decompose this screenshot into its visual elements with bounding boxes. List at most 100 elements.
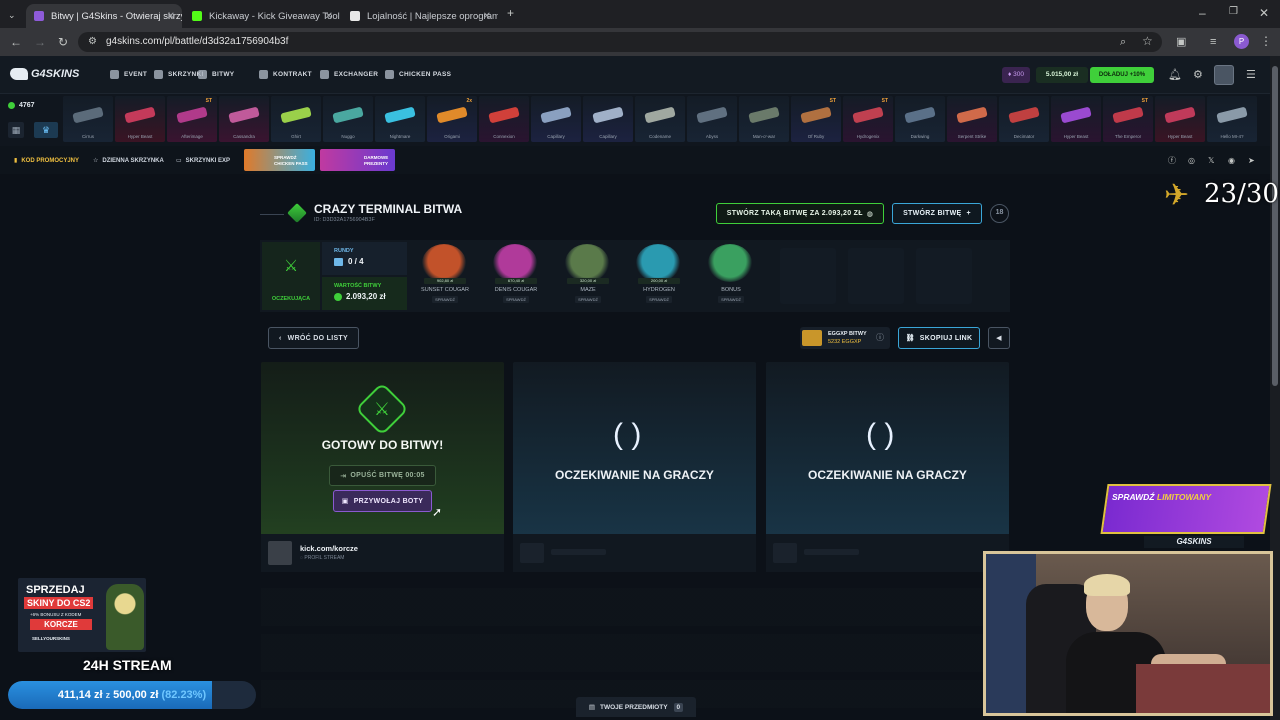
drop-skin-card[interactable]: Capillary <box>583 96 633 142</box>
drop-skin-card[interactable]: The Emperor ST <box>1103 96 1153 142</box>
info-icon[interactable]: ⓘ <box>876 332 884 343</box>
reload-icon[interactable]: ↻ <box>58 36 68 48</box>
drop-skin-card[interactable]: Nuggo <box>323 96 373 142</box>
minimize-icon[interactable]: – <box>1199 7 1206 19</box>
discord-icon[interactable]: ◉ <box>1228 155 1235 167</box>
battle-case[interactable]: 200,00 zł HYDROGEN SPRAWDŹ <box>628 242 690 306</box>
drop-skin-card[interactable]: Afterimage ST <box>167 96 217 142</box>
points-badge[interactable]: ♦ 300 <box>1002 67 1030 83</box>
empty-player-footer <box>766 534 1009 572</box>
nav-exchanger[interactable]: EXCHANGER <box>320 70 378 79</box>
browser-tab[interactable]: Lojalność | Najlepsze oprogram ✕ <box>342 4 498 28</box>
drop-skin-card[interactable]: Origami 2x <box>427 96 477 142</box>
weapon-image <box>176 106 208 124</box>
hamburger-menu-icon[interactable]: ☰ <box>1246 69 1256 81</box>
skin-badge: 2x <box>466 98 472 104</box>
browser-menu-icon[interactable]: ⋮ <box>1260 35 1272 47</box>
facebook-icon[interactable]: ⓕ <box>1168 155 1176 167</box>
bookmark-star-icon[interactable]: ☆ <box>1142 35 1153 47</box>
scrollbar-thumb[interactable] <box>1272 66 1278 386</box>
back-icon[interactable]: ← <box>10 36 22 48</box>
drop-skin-card[interactable]: Of Ruby ST <box>791 96 841 142</box>
tab-search-icon[interactable]: ⌄ <box>8 9 16 21</box>
notifications-bell-icon[interactable]: 🔔︎ <box>1168 69 1182 81</box>
progress-pct: (82.23%) <box>161 689 207 701</box>
crown-filter-icon[interactable]: ♛ <box>34 122 58 138</box>
maximize-icon[interactable]: ❐ <box>1229 6 1238 18</box>
skin-name: Connexion <box>493 134 515 139</box>
x-twitter-icon[interactable]: 𝕏 <box>1208 155 1214 167</box>
tab-close-icon[interactable]: ✕ <box>167 11 175 22</box>
drop-skin-card[interactable]: Nightmare <box>375 96 425 142</box>
nav-event[interactable]: EVENT <box>110 70 147 79</box>
battle-case[interactable]: BONUS SPRAWDŹ <box>700 242 762 306</box>
user-avatar[interactable] <box>1214 65 1234 85</box>
create-same-battle-button[interactable]: STWÓRZ TAKĄ BITWĘ ZA 2.093,20 ZŁ ◍ <box>716 203 884 224</box>
daily-case-link[interactable]: ☆ DZIENNA SKRZYNKA <box>93 157 164 165</box>
check-case-button[interactable]: SPRAWDŹ <box>432 296 458 303</box>
drop-skin-card[interactable]: Abyss <box>687 96 737 142</box>
drop-skin-card[interactable]: Hydrogenix ST <box>843 96 893 142</box>
check-case-button[interactable]: SPRAWDŹ <box>646 296 672 303</box>
drop-skin-card[interactable]: Cirrus <box>63 96 113 142</box>
drop-skin-card[interactable]: Hyper Beast <box>1155 96 1205 142</box>
browser-tab[interactable]: Bitwy | G4Skins - Otwieraj skrzy ✕ <box>26 4 182 28</box>
media-icon[interactable]: ≡ <box>1210 36 1216 48</box>
drop-skin-card[interactable]: Darkwing <box>895 96 945 142</box>
battle-case[interactable]: 320,00 zł MAZE SPRAWDŹ <box>557 242 619 306</box>
tab-close-icon[interactable]: ✕ <box>483 11 491 22</box>
drop-skin-card[interactable]: Cassandra <box>219 96 269 142</box>
call-bots-button[interactable]: ▣ PRZYWOŁAJ BOTY <box>333 490 432 512</box>
battle-case[interactable]: 670,40 zł DENIS COUGAR SPRAWDŹ <box>485 242 547 306</box>
back-to-list-button[interactable]: ‹ WRÓĆ DO LISTY <box>268 327 359 349</box>
balance-display[interactable]: 5.015,00 zł <box>1036 67 1088 83</box>
zoom-icon[interactable]: ⌕ <box>1120 36 1126 48</box>
drop-skin-card[interactable]: Hyper Beast <box>1051 96 1101 142</box>
profile-avatar[interactable]: P <box>1234 34 1249 49</box>
drop-skin-card[interactable]: Man-o'-war <box>739 96 789 142</box>
drop-skin-card[interactable]: Hello MI-4? <box>1207 96 1257 142</box>
player-name[interactable]: kick.com/korcze <box>300 544 358 553</box>
drop-skin-card[interactable]: Decimator <box>999 96 1049 142</box>
nav-skrzynki[interactable]: SKRZYNKI <box>154 70 204 79</box>
nav-bitwy[interactable]: BITWY <box>198 70 234 79</box>
close-window-icon[interactable]: ✕ <box>1259 7 1269 19</box>
extensions-icon[interactable]: ▣ <box>1176 36 1186 48</box>
leave-battle-button[interactable]: ⇥ OPUŚĆ BITWĘ 00:05 <box>329 465 436 486</box>
sound-toggle-button[interactable]: ◀︎ <box>988 327 1010 349</box>
instagram-icon[interactable]: ◎ <box>1188 155 1195 167</box>
player-avatar[interactable] <box>268 541 292 565</box>
topup-button[interactable]: DOŁADUJ +10% <box>1090 67 1154 83</box>
my-items-bar[interactable]: ▤ TWOJE PRZEDMIOTY 0 <box>576 697 696 717</box>
drop-skin-card[interactable]: Ghirt <box>271 96 321 142</box>
promo-code-link[interactable]: ▮ KOD PROMOCYJNY <box>14 157 79 165</box>
nav-chicken-pass[interactable]: CHICKEN PASS <box>385 70 451 79</box>
check-case-button[interactable]: SPRAWDŹ <box>575 296 601 303</box>
free-gifts-banner[interactable]: DARMOWE PREZENTY <box>320 149 395 171</box>
copy-link-button[interactable]: ⛓ SKOPIUJ LINK <box>898 327 980 349</box>
forward-icon[interactable]: → <box>34 36 46 48</box>
address-bar[interactable]: ⚙ g4skins.com/pl/battle/d3d32a1756904b3f <box>78 32 1162 52</box>
drop-skin-card[interactable]: Capillary <box>531 96 581 142</box>
chicken-pass-banner[interactable]: SPRAWDŹ CHICKEN PASS <box>244 149 315 171</box>
check-case-button[interactable]: SPRAWDŹ <box>503 296 529 303</box>
battle-case[interactable]: 902,80 zł SUNSET COUGAR SPRAWDŹ <box>414 242 476 306</box>
drop-skin-card[interactable]: Hyper Beast <box>115 96 165 142</box>
site-logo[interactable]: G4SKINS <box>10 68 79 80</box>
tab-close-icon[interactable]: ✕ <box>325 11 333 22</box>
telegram-icon[interactable]: ➤ <box>1248 155 1255 167</box>
skin-name: Cirrus <box>82 134 94 139</box>
nav-kontrakt[interactable]: KONTRAKT <box>259 70 312 79</box>
site-info-icon[interactable]: ⚙ <box>88 36 97 48</box>
check-case-button[interactable]: SPRAWDŹ <box>718 296 744 303</box>
drop-skin-card[interactable]: Connexion <box>479 96 529 142</box>
exp-cases-link[interactable]: ▭ SKRZYNKI EXP <box>176 157 230 165</box>
drop-skin-card[interactable]: Codename <box>635 96 685 142</box>
settings-gear-icon[interactable]: ⚙ <box>1193 69 1203 81</box>
grid-view-icon[interactable]: ▦ <box>8 122 24 138</box>
create-battle-button[interactable]: STWÓRZ BITWĘ + <box>892 203 982 224</box>
drop-skin-card[interactable]: Serpent Strike <box>947 96 997 142</box>
browser-tab[interactable]: Kickaway - Kick Giveaway Tool ✕ <box>184 4 340 28</box>
exit-icon: ⇥ <box>340 472 347 480</box>
new-tab-icon[interactable]: + <box>507 7 514 19</box>
